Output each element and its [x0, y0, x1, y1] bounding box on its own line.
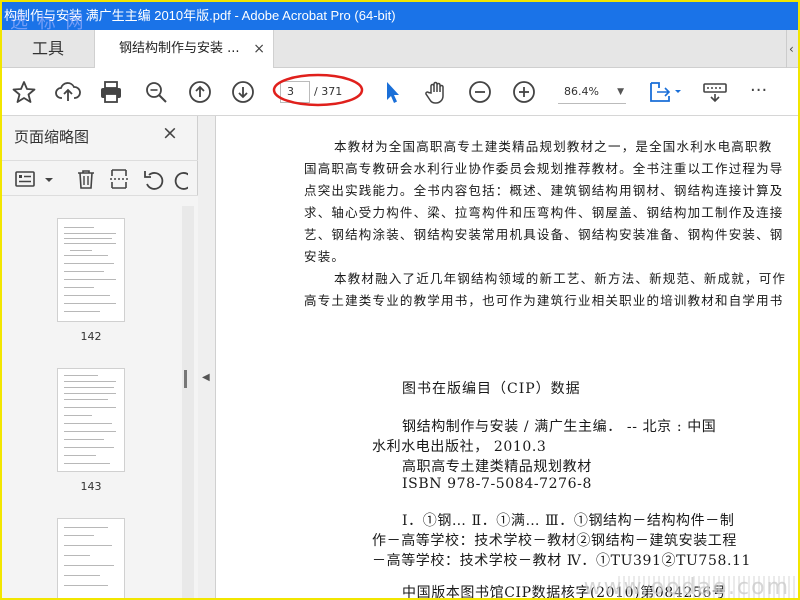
tab-close-icon[interactable]: × [253, 30, 265, 68]
doc-text-line: 点突出实践能力。全书内容包括：概述、建筑钢结构用钢材、钢结构连接计算及 [304, 183, 784, 198]
panel-resize-handle[interactable] [184, 370, 187, 388]
chevron-left-icon: ‹ [789, 42, 794, 56]
cip-line: Ⅰ．①钢… Ⅱ．①满… Ⅲ．①钢结构－结构构件－制 [402, 513, 735, 529]
doc-text-line: 安装。 [304, 249, 346, 264]
fit-page-icon[interactable] [647, 79, 683, 105]
doc-text-line: 本教材融入了近几年钢结构领域的新工艺、新方法、新规范、新成就，可作 [334, 271, 787, 286]
cip-line: 水利水电出版社， 2010.3 [372, 439, 547, 455]
keyboard-icon[interactable] [702, 79, 728, 105]
tab-bar: 工具 钢结构制作与安装 ... × ‹ [2, 30, 798, 69]
star-icon[interactable] [11, 79, 37, 105]
doc-text-line: 高专土建类专业的教学用书，也可作为建筑行业相关职业的培训教材和自学用书 [304, 293, 784, 308]
page-thumbnail[interactable] [57, 368, 125, 472]
rotate-right-icon[interactable] [172, 167, 188, 191]
panel-title: 页面缩略图 [14, 128, 90, 146]
thumbnails-panel: 页面缩略图 × 142 143 [2, 116, 198, 598]
window-title: 构制作与安装 满广生主编 2010年版.pdf - Adobe Acrobat … [4, 8, 396, 23]
tab-tools[interactable]: 工具 [2, 30, 94, 68]
page-thumbnail[interactable] [57, 518, 125, 598]
panel-close-icon[interactable]: × [162, 122, 178, 144]
zoom-level-value: 86.4% [564, 85, 599, 98]
page-total: / 371 [314, 85, 343, 98]
rotate-left-icon[interactable] [142, 167, 166, 191]
panel-toolbar [2, 160, 198, 196]
cloud-upload-icon[interactable] [55, 79, 81, 105]
cip-line: 钢结构制作与安装 / 满广生主编． -- 北京 : 中国 [402, 419, 717, 435]
page-down-icon[interactable] [230, 79, 256, 105]
page-up-icon[interactable] [187, 79, 213, 105]
page-number-input[interactable]: 3 [280, 81, 310, 103]
thumbnail-label: 142 [80, 330, 102, 343]
thumbnail-list: 142 143 [2, 196, 178, 598]
extract-page-icon[interactable] [108, 167, 132, 191]
tab-document-label: 钢结构制作与安装 ... [119, 41, 240, 56]
doc-text-line: 求、轴心受力构件、梁、拉弯构件和压弯构件、钢屋盖、钢结构加工制作及连接 [304, 205, 784, 220]
cip-line: 中国版本图书馆CIP数据核字(2010)第084256号 [402, 585, 727, 600]
thumbnail-label: 143 [80, 480, 102, 493]
zoom-out-icon[interactable] [467, 79, 493, 105]
chevron-down-icon: ▼ [617, 87, 624, 97]
zoom-search-icon[interactable] [143, 79, 169, 105]
doc-text-line: 国高职高专教研会水利行业协作委员会规划推荐教材。全书注重以工作过程为导 [304, 161, 784, 176]
tab-scroll-left[interactable]: ‹ [786, 30, 798, 68]
app-window: 构制作与安装 满广生主编 2010年版.pdf - Adobe Acrobat … [0, 0, 800, 600]
window-title-bar: 构制作与安装 满广生主编 2010年版.pdf - Adobe Acrobat … [2, 2, 798, 30]
document-view[interactable]: 本教材为全国高职高专土建类精品规划教材之一，是全国水利水电高职教 国高职高专教研… [216, 116, 798, 600]
collapse-left-icon[interactable]: ◀ [202, 372, 210, 383]
doc-text-line: 本教材为全国高职高专土建类精品规划教材之一，是全国水利水电高职教 [334, 139, 773, 154]
tab-document[interactable]: 钢结构制作与安装 ... × [94, 30, 274, 69]
chevron-down-icon[interactable] [42, 167, 56, 191]
doc-text-line: 艺、钢结构涂装、钢结构安装常用机具设备、钢结构安装准备、钢构件安装、钢 [304, 227, 784, 242]
cip-line: －高等学校：技术学校－教材 Ⅳ．①TU391②TU758.11 [372, 553, 752, 569]
more-icon[interactable]: ··· [750, 79, 776, 105]
select-cursor-icon[interactable] [379, 79, 405, 105]
cip-title: 图书在版编目（CIP）数据 [402, 381, 581, 397]
page-thumbnail[interactable] [57, 218, 125, 322]
zoom-level-select[interactable]: 86.4% ▼ [558, 82, 626, 104]
cip-line: 高职高专土建类精品规划教材 [402, 459, 592, 475]
cip-line: 作－高等学校：技术学校－教材②钢结构－建筑安装工程 [372, 533, 737, 549]
main-toolbar: 3 / 371 86.4% ▼ ··· [2, 68, 798, 116]
trash-icon[interactable] [74, 167, 98, 191]
print-icon[interactable] [98, 79, 124, 105]
thumbnail-options-icon[interactable] [14, 167, 38, 191]
cip-line: ISBN 978-7-5084-7276-8 [402, 476, 593, 492]
thumbnail-scrollbar[interactable] [178, 196, 198, 598]
panel-collapse-strip[interactable]: ◀ [198, 116, 216, 598]
hand-icon[interactable] [423, 79, 449, 105]
zoom-in-icon[interactable] [511, 79, 537, 105]
